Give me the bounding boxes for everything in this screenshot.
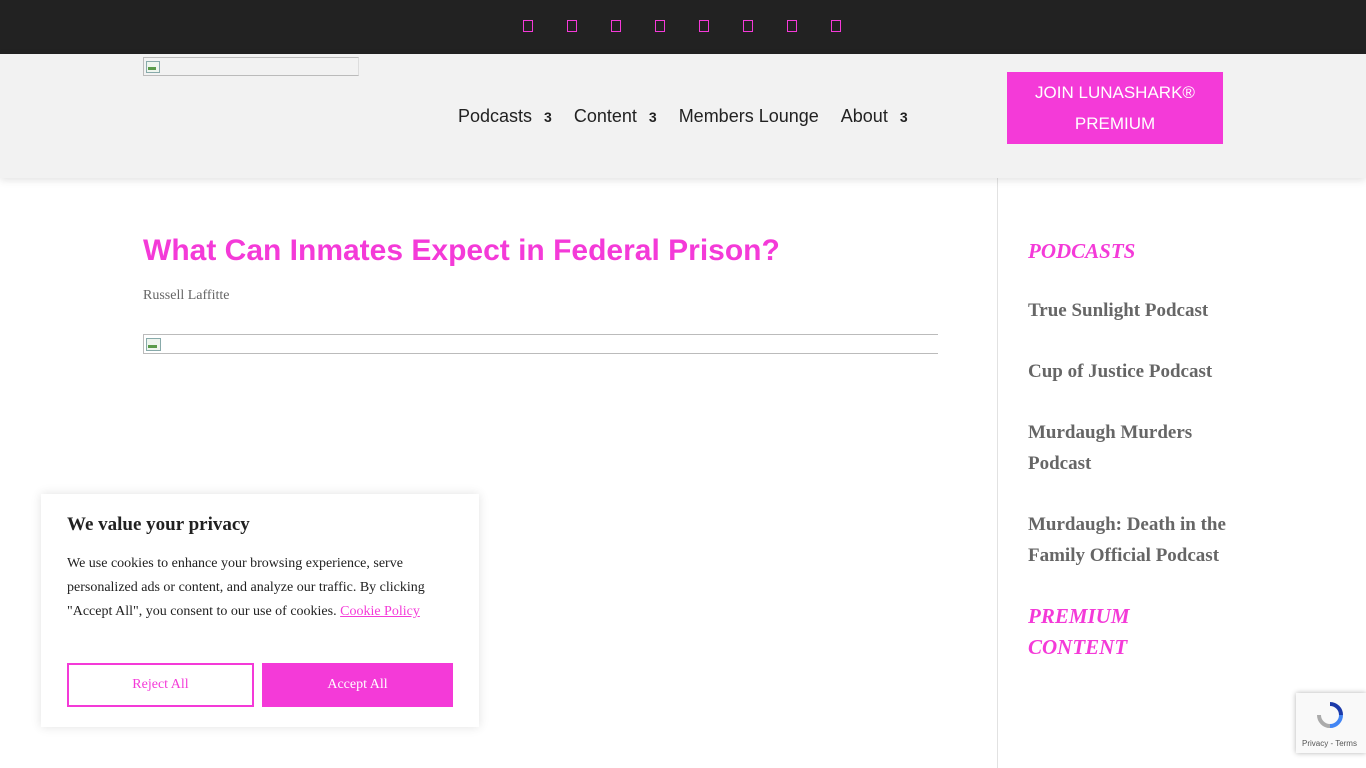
nav-label: About: [840, 106, 888, 126]
sidebar-heading-premium: PREMIUM CONTENT: [1028, 604, 1130, 659]
facebook-icon[interactable]: [518, 19, 562, 35]
site-header: Podcasts 3 Content 3 Members Lounge Abou…: [0, 54, 1366, 178]
cookie-title: We value your privacy: [67, 514, 250, 535]
spotify-icon[interactable]: [694, 19, 738, 35]
broken-image-icon: [145, 336, 161, 352]
nav-label: Podcasts: [458, 106, 533, 126]
chevron-down-icon: 3: [899, 108, 908, 125]
recaptcha-terms[interactable]: Privacy - Terms: [1302, 739, 1357, 748]
cookie-text: We use cookies to enhance your browsing …: [67, 552, 447, 624]
join-premium-line1: JOIN LUNASHARK®: [1035, 83, 1195, 102]
twitter-icon[interactable]: [562, 19, 606, 35]
tiktok-icon[interactable]: [782, 19, 826, 35]
recaptcha-badge[interactable]: Privacy - Terms: [1296, 693, 1366, 753]
sidebar-link-true-sunlight[interactable]: True Sunlight Podcast: [1028, 295, 1228, 326]
social-icons: [518, 19, 870, 35]
recaptcha-icon: [1317, 702, 1343, 728]
reject-all-button[interactable]: Reject All: [67, 663, 254, 707]
cookie-consent-banner: We value your privacy We use cookies to …: [41, 494, 479, 727]
sidebar-divider: [997, 178, 998, 768]
patreon-icon[interactable]: [826, 19, 870, 35]
chevron-down-icon: 3: [648, 108, 657, 125]
cookie-buttons: Reject All Accept All: [67, 663, 453, 707]
sidebar-link-murdaugh-death-in-family[interactable]: Murdaugh: Death in the Family Official P…: [1028, 509, 1228, 571]
nav-item-about[interactable]: About 3: [841, 106, 908, 127]
nav-label: Content: [573, 106, 637, 126]
post-author[interactable]: Russell Laffitte: [143, 288, 229, 304]
social-topbar: [0, 0, 1366, 54]
instagram-icon[interactable]: [606, 19, 650, 35]
broken-image-icon: [145, 59, 160, 73]
chevron-down-icon: 3: [544, 108, 552, 125]
join-premium-line2: PREMIUM: [1074, 114, 1156, 133]
accept-all-button[interactable]: Accept All: [262, 663, 453, 707]
nav-item-podcasts[interactable]: Podcasts 3: [458, 106, 552, 127]
youtube-icon[interactable]: [650, 19, 694, 35]
site-logo[interactable]: [143, 57, 359, 76]
sidebar-link-murdaugh-murders[interactable]: Murdaugh Murders Podcast: [1028, 417, 1228, 479]
nav-item-members-lounge[interactable]: Members Lounge: [679, 106, 819, 127]
featured-image: [143, 334, 938, 354]
nav-item-content[interactable]: Content 3: [574, 106, 657, 127]
sidebar-link-cup-of-justice[interactable]: Cup of Justice Podcast: [1028, 356, 1228, 387]
join-premium-button[interactable]: JOIN LUNASHARK® PREMIUM: [1007, 72, 1223, 144]
apple-podcasts-icon[interactable]: [738, 19, 782, 35]
nav-label: Members Lounge: [678, 106, 819, 126]
main-nav: Podcasts 3 Content 3 Members Lounge Abou…: [458, 106, 930, 127]
cookie-policy-link[interactable]: Cookie Policy: [340, 604, 420, 619]
sidebar: PODCASTS True Sunlight Podcast Cup of Ju…: [1028, 236, 1228, 663]
sidebar-heading-podcasts: PODCASTS: [1028, 239, 1136, 263]
post-title: What Can Inmates Expect in Federal Priso…: [143, 234, 780, 267]
